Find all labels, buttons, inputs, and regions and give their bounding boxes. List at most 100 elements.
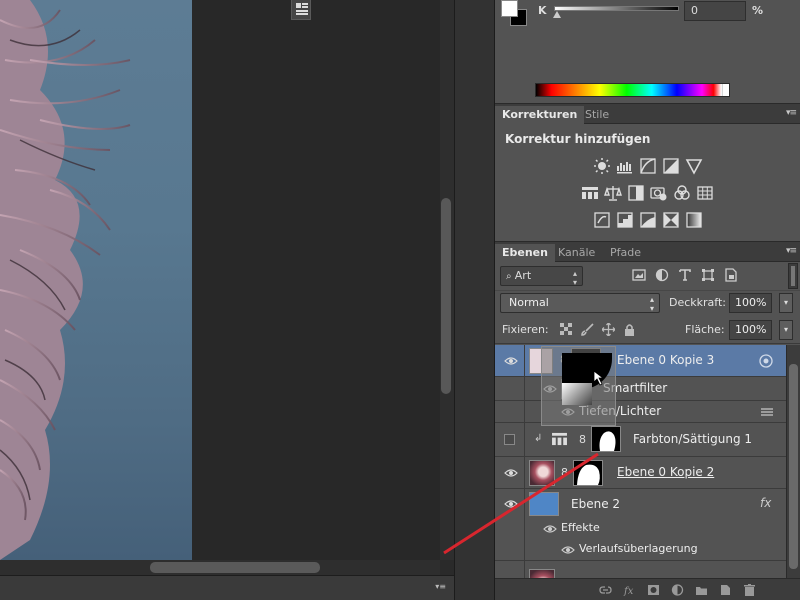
k-channel-slider[interactable] [554,6,679,11]
new-group-folder-icon[interactable] [695,584,708,596]
hue-saturation-layer-icon [552,432,567,446]
photoshop-window: ▾≡ K 0 % Korrekturen Stile ▾≡ Korrektur … [0,0,800,600]
visibility-column [495,519,525,539]
layers-scroll-thumb[interactable] [789,364,798,569]
layer-row-ebene-0-kopie-2[interactable]: 8 Ebene 0 Kopie 2 [495,457,786,489]
channel-mixer-icon[interactable] [673,184,691,202]
adjustments-title: Korrektur hinzufügen [505,132,651,146]
status-menu-icon[interactable]: ▾≡ [435,582,446,591]
canvas-vertical-scroll-thumb[interactable] [441,198,451,394]
layers-panel-menu-icon[interactable]: ▾≡ [786,246,797,256]
layer-row-tiefen-lichter[interactable]: Tiefen/Lichter [495,401,786,423]
invert-icon[interactable] [593,211,611,229]
filter-blending-options-icon[interactable] [761,407,773,417]
layer-name[interactable]: Farbton/Sättigung 1 [633,432,752,446]
tab-ebenen[interactable]: Ebenen [495,244,555,262]
layer-name[interactable]: Ebene 2 [571,497,620,511]
lock-transparency-icon[interactable] [560,323,573,336]
eye-icon[interactable] [504,468,518,478]
black-white-icon[interactable] [627,184,645,202]
filter-shape-layers-icon[interactable] [701,268,715,282]
fill-field[interactable]: 100% [729,320,772,340]
layer-row-ebene-0-kopie-3[interactable]: 8 Ebene 0 Kopie 3 [495,345,786,377]
layer-name[interactable]: Ebene 0 Kopie 2 [617,465,714,479]
selective-color-icon[interactable] [662,211,680,229]
visibility-off-checkbox[interactable] [504,434,515,445]
fill-dropdown-button[interactable]: ▾ [779,320,793,340]
lock-position-move-icon[interactable] [602,323,615,336]
layer-filter-toggle[interactable] [788,263,798,289]
panel-dock-collapsed [454,0,495,600]
add-mask-icon[interactable] [647,584,660,596]
eye-icon[interactable] [504,356,518,366]
channel-label: K [538,4,547,17]
opacity-field[interactable]: 100% [729,293,772,313]
layer-name[interactable]: Effekte [561,521,600,534]
photo-filter-icon[interactable] [650,184,668,202]
layer-name[interactable]: Verlaufsüberlagerung [579,542,698,555]
eye-icon[interactable] [504,499,518,509]
options-toggle-button[interactable] [291,0,311,20]
hue-saturation-icon[interactable] [581,184,599,202]
brightness-icon[interactable] [593,157,611,175]
gradient-map-icon[interactable] [685,211,703,229]
tab-pfade[interactable]: Pfade [603,244,648,262]
filter-adjustment-layers-icon[interactable] [655,268,669,282]
opacity-dropdown-button[interactable]: ▾ [779,293,793,313]
exposure-icon[interactable] [662,157,680,175]
tab-kanaele[interactable]: Kanäle [551,244,602,262]
fx-badge[interactable]: fx [760,496,771,510]
adjustments-panel-menu-icon[interactable]: ▾≡ [786,108,797,118]
filter-pixel-layers-icon[interactable] [632,268,646,282]
pasteboard [192,0,440,560]
blend-mode-select[interactable]: Normal ▴ ▾ [500,293,660,313]
canvas-horizontal-scroll-thumb[interactable] [150,562,320,573]
visibility-column [495,377,525,400]
filter-type-layers-icon[interactable] [678,268,692,282]
curves-icon[interactable] [639,157,657,175]
levels-icon[interactable] [616,157,634,175]
tab-korrekturen[interactable]: Korrekturen [495,106,585,124]
link-layers-icon[interactable] [599,584,612,596]
filter-smart-objects-icon[interactable] [724,268,738,282]
lock-pixels-brush-icon[interactable] [581,323,594,336]
clip-arrow-icon: ↲ [534,433,543,444]
adjustments-row-1 [495,157,800,177]
posterize-icon[interactable] [616,211,634,229]
lock-label: Fixieren: [502,323,549,336]
tab-stile[interactable]: Stile [578,106,616,124]
layer-row-partial[interactable] [495,561,786,578]
visibility-column [495,539,525,560]
color-lookup-icon[interactable] [696,184,714,202]
status-bar: ▾≡ [0,575,454,600]
k-slider-handle[interactable] [553,11,561,18]
lock-row: Fixieren: Fläche: 100% ▾ [495,317,800,344]
visibility-column [495,423,525,456]
color-spectrum-bar[interactable] [535,83,730,97]
stepper-arrows-icon: ▴ ▾ [649,295,654,313]
layer-row-ebene-2[interactable]: Ebene 2 fx [495,489,786,519]
document-canvas[interactable] [0,0,192,560]
hair-image [0,0,131,560]
new-layer-icon[interactable] [719,584,732,596]
layers-footer-icons: fx [599,584,756,596]
threshold-icon[interactable] [639,211,657,229]
k-value-field[interactable]: 0 [684,1,746,21]
layer-row-verlaufsueberlagerung[interactable]: Verlaufsüberlagerung [495,539,786,561]
vibrance-icon[interactable] [685,157,703,175]
eye-icon[interactable] [561,545,575,555]
fx-icon[interactable]: fx [623,584,636,596]
layer-row-effekte[interactable]: Effekte [495,519,786,539]
visibility-column [495,345,525,376]
new-adjustment-layer-icon[interactable] [671,584,684,596]
layer-name[interactable]: Ebene 0 Kopie 3 [617,353,714,367]
trash-delete-icon[interactable] [743,584,756,596]
layer-row-smartfilter[interactable]: Smartfilter [495,377,786,401]
color-balance-icon[interactable] [604,184,622,202]
foreground-color-swatch[interactable] [501,0,518,17]
eye-icon[interactable] [543,524,557,534]
color-panel: K 0 % [495,0,800,104]
layer-filter-select[interactable]: ⌕ Art ▴ ▾ [500,266,583,287]
layer-row-farbton-saettigung-1[interactable]: ↲ 8 Farbton/Sättigung 1 [495,423,786,457]
lock-all-icon[interactable] [623,323,636,336]
